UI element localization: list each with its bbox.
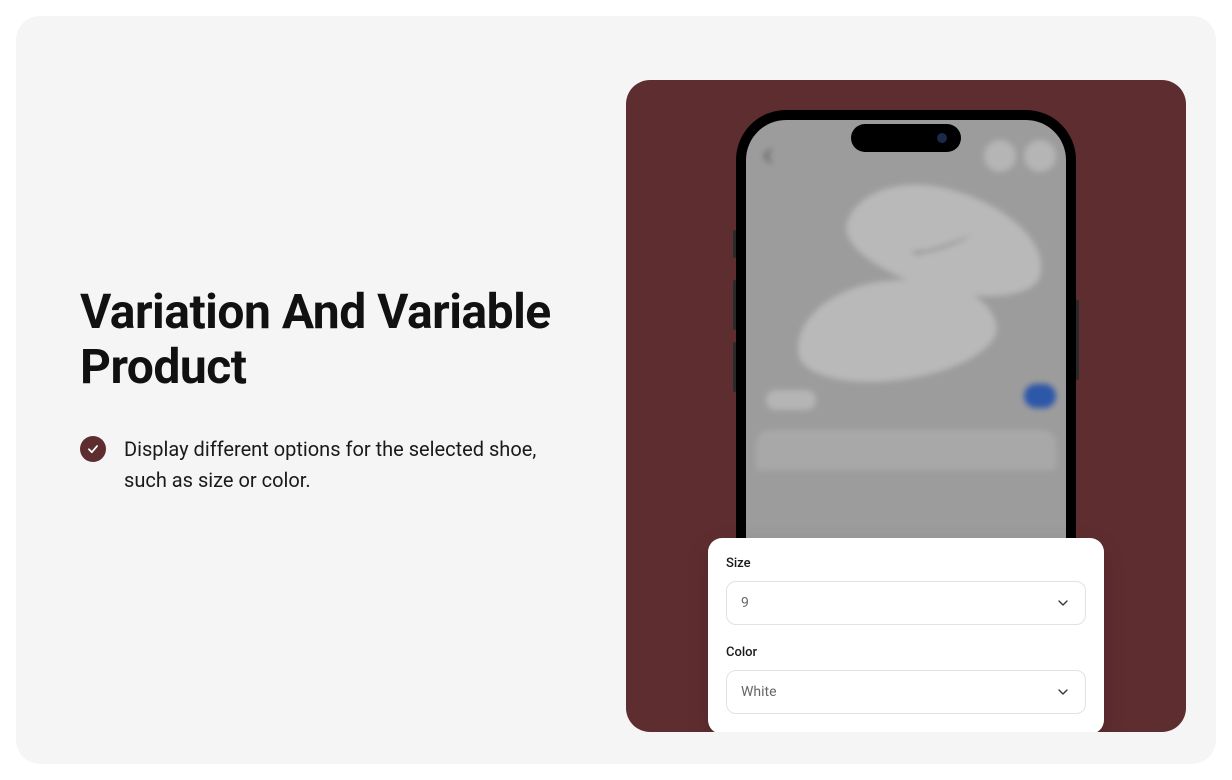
size-label: Size bbox=[726, 556, 1086, 571]
color-value: White bbox=[741, 684, 777, 700]
check-icon bbox=[80, 436, 106, 462]
chevron-down-icon bbox=[1055, 684, 1071, 700]
share-icon[interactable] bbox=[984, 140, 1016, 172]
pagination-dots[interactable] bbox=[766, 390, 816, 410]
text-column: Variation And Variable Product Display d… bbox=[80, 284, 560, 496]
feature-title: Variation And Variable Product bbox=[80, 284, 560, 394]
chevron-down-icon bbox=[1055, 595, 1071, 611]
favorite-icon[interactable] bbox=[1024, 140, 1056, 172]
phone-side-button bbox=[1076, 300, 1079, 380]
bullet-row: Display different options for the select… bbox=[80, 434, 560, 496]
size-value: 9 bbox=[741, 595, 749, 611]
dynamic-island bbox=[851, 124, 961, 152]
phone-side-button bbox=[733, 342, 736, 392]
variation-panel: Size 9 Color White bbox=[708, 538, 1104, 732]
action-pill[interactable] bbox=[1024, 384, 1056, 408]
swoosh-icon bbox=[906, 230, 976, 260]
phone-side-button bbox=[733, 230, 736, 258]
bullet-text: Display different options for the select… bbox=[124, 434, 560, 496]
size-select[interactable]: 9 bbox=[726, 581, 1086, 625]
phone-side-button bbox=[733, 280, 736, 330]
back-icon[interactable] bbox=[758, 146, 778, 166]
color-label: Color bbox=[726, 645, 1086, 660]
variations-header bbox=[756, 430, 1056, 470]
feature-card: Variation And Variable Product Display d… bbox=[16, 16, 1216, 764]
color-select[interactable]: White bbox=[726, 670, 1086, 714]
top-action-icons bbox=[984, 140, 1056, 172]
camera-icon bbox=[937, 133, 947, 143]
phone-preview-panel: Buy Now Add to Cart Size 9 Color White bbox=[626, 80, 1186, 732]
